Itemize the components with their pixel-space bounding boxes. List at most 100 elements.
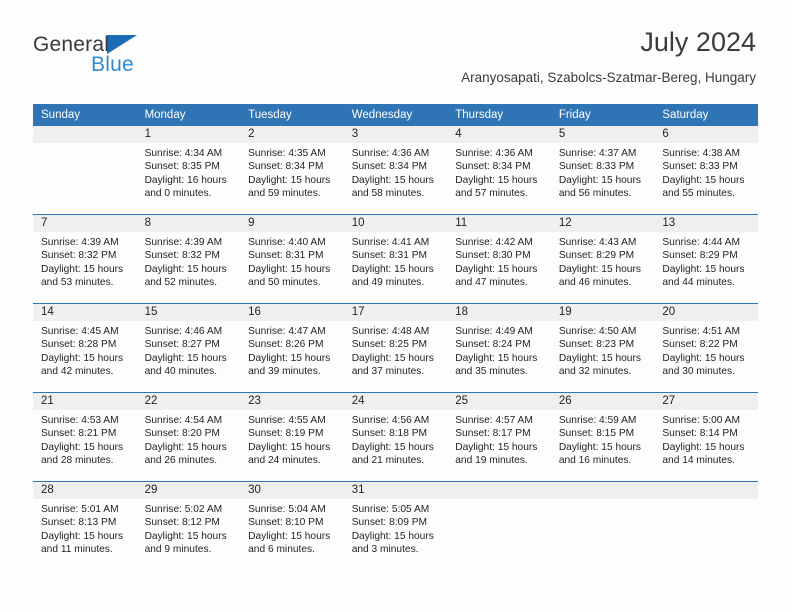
calendar-day-cell[interactable]: 9 Sunrise: 4:40 AM Sunset: 8:31 PM Daylight… xyxy=(240,214,344,304)
sunset-text: Sunset: 8:23 PM xyxy=(558,339,635,351)
calendar-day-cell[interactable]: 22 Sunrise: 4:54 AM Sunset: 8:20 PM Dayligh… xyxy=(136,392,241,482)
day-details: Sunrise: 4:57 AM Sunset: 8:17 PM Daylight:… xyxy=(447,410,551,468)
daylight-text-line2: and 26 minutes. xyxy=(144,455,218,467)
daylight-text-line1: Daylight: 15 hours xyxy=(144,530,227,542)
daylight-text-line2: and 57 minutes. xyxy=(455,188,528,200)
day-number: 17 xyxy=(343,304,448,321)
daylight-text-line2: and 9 minutes. xyxy=(144,544,212,556)
weekday-header-monday: Monday xyxy=(136,104,241,126)
sunrise-text: Sunrise: 5:00 AM xyxy=(662,415,740,426)
daylight-text-line1: Daylight: 15 hours xyxy=(558,441,641,453)
day-number: 8 xyxy=(136,215,241,232)
calendar-day-cell[interactable]: 24 Sunrise: 4:56 AM Sunset: 8:18 PM Dayligh… xyxy=(343,392,448,482)
calendar-header-row: Sunday Monday Tuesday Wednesday Thursday Frid… xyxy=(33,104,758,126)
sunset-text: Sunset: 8:26 PM xyxy=(248,339,324,351)
sunrise-text: Sunrise: 4:36 AM xyxy=(351,148,430,159)
day-details: Sunrise: 4:34 AM Sunset: 8:35 PM Daylight:… xyxy=(137,143,241,201)
daylight-text-line1: Daylight: 15 hours xyxy=(351,263,434,275)
day-details: Sunrise: 4:39 AM Sunset: 8:32 PM Daylight:… xyxy=(137,232,241,290)
sunset-text: Sunset: 8:12 PM xyxy=(144,517,220,529)
calendar-day-cell[interactable]: 2 Sunrise: 4:35 AM Sunset: 8:34 PM Daylight… xyxy=(240,126,344,215)
calendar-day-cell[interactable]: 13 Sunrise: 4:44 AM Sunset: 8:29 PM Dayligh… xyxy=(654,214,758,304)
calendar-day-cell[interactable]: 20 Sunrise: 4:51 AM Sunset: 8:22 PM Dayligh… xyxy=(654,303,758,393)
sunrise-text: Sunrise: 4:48 AM xyxy=(351,326,430,337)
calendar-day-cell[interactable]: 29 Sunrise: 5:02 AM Sunset: 8:12 PM Dayligh… xyxy=(136,481,241,570)
sunrise-text: Sunrise: 4:55 AM xyxy=(248,415,326,426)
calendar-week-row: 7 Sunrise: 4:39 AM Sunset: 8:32 PM Daylight… xyxy=(33,214,758,304)
weekday-header-tuesday: Tuesday xyxy=(240,104,344,126)
sunset-text: Sunset: 8:19 PM xyxy=(248,428,324,440)
calendar-day-cell[interactable]: 30 Sunrise: 5:04 AM Sunset: 8:10 PM Dayligh… xyxy=(240,481,344,570)
calendar-day-cell[interactable]: 4 Sunrise: 4:36 AM Sunset: 8:34 PM Daylight… xyxy=(447,126,551,215)
daylight-text-line2: and 11 minutes. xyxy=(41,544,113,556)
calendar-day-cell[interactable]: 15 Sunrise: 4:46 AM Sunset: 8:27 PM Dayligh… xyxy=(136,303,241,393)
calendar-day-cell[interactable]: 26 Sunrise: 4:59 AM Sunset: 8:15 PM Dayligh… xyxy=(550,392,655,482)
calendar-day-cell[interactable]: 6 Sunrise: 4:38 AM Sunset: 8:33 PM Daylight… xyxy=(654,126,758,215)
calendar-day-cell[interactable]: 1 Sunrise: 4:34 AM Sunset: 8:35 PM Daylight… xyxy=(136,126,241,215)
daylight-text-line2: and 40 minutes. xyxy=(144,366,218,378)
sunrise-text: Sunrise: 4:37 AM xyxy=(558,148,637,159)
calendar-day-cell[interactable]: 8 Sunrise: 4:39 AM Sunset: 8:32 PM Daylight… xyxy=(136,214,241,304)
day-details: Sunrise: 4:44 AM Sunset: 8:29 PM Daylight:… xyxy=(654,232,758,290)
daylight-text-line1: Daylight: 15 hours xyxy=(662,441,745,453)
calendar-day-cell[interactable]: 7 Sunrise: 4:39 AM Sunset: 8:32 PM Daylight… xyxy=(33,214,137,304)
day-details: Sunrise: 4:41 AM Sunset: 8:31 PM Daylight:… xyxy=(344,232,448,290)
sunset-text: Sunset: 8:32 PM xyxy=(41,250,117,262)
day-number: 25 xyxy=(447,393,551,410)
brand-name-general: General xyxy=(33,33,110,56)
daylight-text-line1: Daylight: 15 hours xyxy=(144,441,227,453)
calendar-day-cell[interactable]: 5 Sunrise: 4:37 AM Sunset: 8:33 PM Daylight… xyxy=(550,126,655,215)
sunrise-text: Sunrise: 4:38 AM xyxy=(662,148,740,159)
day-number: 9 xyxy=(240,215,344,232)
day-details: Sunrise: 4:51 AM Sunset: 8:22 PM Daylight:… xyxy=(654,321,758,379)
day-number: 28 xyxy=(33,482,137,499)
sunrise-text: Sunrise: 4:51 AM xyxy=(662,326,740,337)
calendar-table: Sunday Monday Tuesday Wednesday Thursday Frid… xyxy=(33,104,758,570)
calendar-day-cell[interactable]: 10 Sunrise: 4:41 AM Sunset: 8:31 PM Dayligh… xyxy=(343,214,448,304)
sunrise-text: Sunrise: 5:04 AM xyxy=(248,504,326,515)
sunset-text: Sunset: 8:10 PM xyxy=(248,517,324,529)
day-number: 16 xyxy=(240,304,344,321)
day-number: 30 xyxy=(240,482,344,499)
calendar-day-cell-empty xyxy=(447,481,551,570)
calendar-day-cell[interactable]: 16 Sunrise: 4:47 AM Sunset: 8:26 PM Dayligh… xyxy=(240,303,344,393)
daylight-text-line2: and 55 minutes. xyxy=(662,188,735,200)
calendar-day-cell[interactable]: 28 Sunrise: 5:01 AM Sunset: 8:13 PM Dayligh… xyxy=(33,481,137,570)
sunset-text: Sunset: 8:27 PM xyxy=(144,339,220,351)
calendar-day-cell[interactable]: 23 Sunrise: 4:55 AM Sunset: 8:19 PM Dayligh… xyxy=(240,392,344,482)
day-details: Sunrise: 4:43 AM Sunset: 8:29 PM Daylight:… xyxy=(551,232,655,290)
calendar-day-cell[interactable]: 3 Sunrise: 4:36 AM Sunset: 8:34 PM Daylight… xyxy=(343,126,448,215)
sunset-text: Sunset: 8:17 PM xyxy=(455,428,531,440)
page-title: July 2024 xyxy=(640,27,756,57)
calendar-day-cell[interactable]: 31 Sunrise: 5:05 AM Sunset: 8:09 PM Dayligh… xyxy=(343,481,448,570)
calendar-day-cell[interactable]: 27 Sunrise: 5:00 AM Sunset: 8:14 PM Dayligh… xyxy=(654,392,758,482)
calendar-day-cell[interactable]: 12 Sunrise: 4:43 AM Sunset: 8:29 PM Dayligh… xyxy=(550,214,655,304)
day-details: Sunrise: 4:38 AM Sunset: 8:33 PM Daylight:… xyxy=(654,143,758,201)
sunrise-text: Sunrise: 4:56 AM xyxy=(351,415,430,426)
daylight-text-line1: Daylight: 15 hours xyxy=(351,352,434,364)
day-details: Sunrise: 4:46 AM Sunset: 8:27 PM Daylight:… xyxy=(137,321,241,379)
sunset-text: Sunset: 8:34 PM xyxy=(455,161,531,173)
calendar-day-cell[interactable]: 18 Sunrise: 4:49 AM Sunset: 8:24 PM Dayligh… xyxy=(447,303,551,393)
sunset-text: Sunset: 8:34 PM xyxy=(248,161,324,173)
sunrise-text: Sunrise: 4:34 AM xyxy=(144,148,223,159)
triangle-logo-icon xyxy=(107,35,138,54)
sunset-text: Sunset: 8:15 PM xyxy=(558,428,635,440)
calendar-day-cell[interactable]: 14 Sunrise: 4:45 AM Sunset: 8:28 PM Dayligh… xyxy=(33,303,137,393)
calendar-day-cell[interactable]: 21 Sunrise: 4:53 AM Sunset: 8:21 PM Dayligh… xyxy=(33,392,137,482)
calendar-day-cell[interactable]: 25 Sunrise: 4:57 AM Sunset: 8:17 PM Dayligh… xyxy=(447,392,551,482)
day-number xyxy=(654,482,758,499)
sunrise-text: Sunrise: 4:59 AM xyxy=(558,415,637,426)
sunrise-text: Sunrise: 4:47 AM xyxy=(248,326,326,337)
daylight-text-line2: and 28 minutes. xyxy=(41,455,114,467)
sunrise-text: Sunrise: 4:50 AM xyxy=(558,326,637,337)
daylight-text-line1: Daylight: 15 hours xyxy=(558,174,641,186)
calendar-day-cell[interactable]: 19 Sunrise: 4:50 AM Sunset: 8:23 PM Dayligh… xyxy=(550,303,655,393)
calendar-day-cell[interactable]: 11 Sunrise: 4:42 AM Sunset: 8:30 PM Dayligh… xyxy=(447,214,551,304)
day-number: 26 xyxy=(550,393,655,410)
page-header: General Blue July 2024 Aranyosapati, Sza… xyxy=(0,0,792,84)
daylight-text-line2: and 6 minutes. xyxy=(248,544,315,556)
day-details: Sunrise: 4:48 AM Sunset: 8:25 PM Daylight:… xyxy=(344,321,448,379)
sunrise-text: Sunrise: 4:44 AM xyxy=(662,237,740,248)
calendar-day-cell[interactable]: 17 Sunrise: 4:48 AM Sunset: 8:25 PM Dayligh… xyxy=(343,303,448,393)
